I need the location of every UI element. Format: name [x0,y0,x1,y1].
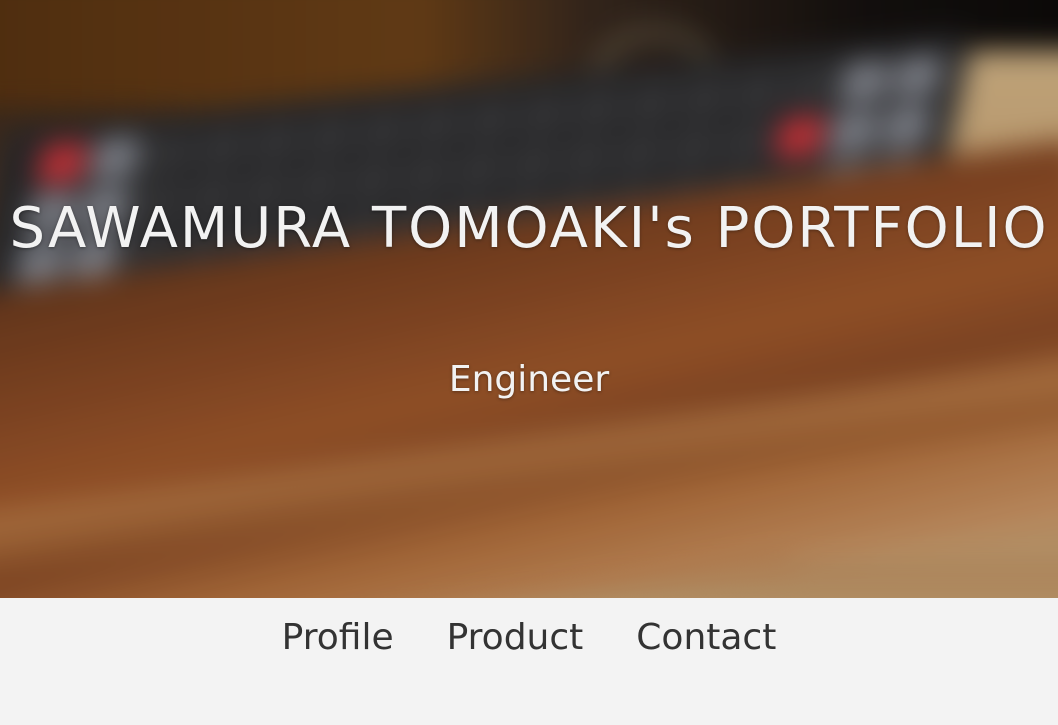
nav-link-contact[interactable]: Contact [636,612,776,664]
nav-items: Profile Product Contact [0,612,1058,664]
hero-title: SAWAMURA TOMOAKI's PORTFOLIO [9,196,1049,261]
nav-link-product[interactable]: Product [447,612,584,664]
nav-link-profile[interactable]: Profile [282,612,394,664]
hero-section: SAWAMURA TOMOAKI's PORTFOLIO Engineer [0,0,1058,598]
hero-subtitle: Engineer [448,359,610,400]
